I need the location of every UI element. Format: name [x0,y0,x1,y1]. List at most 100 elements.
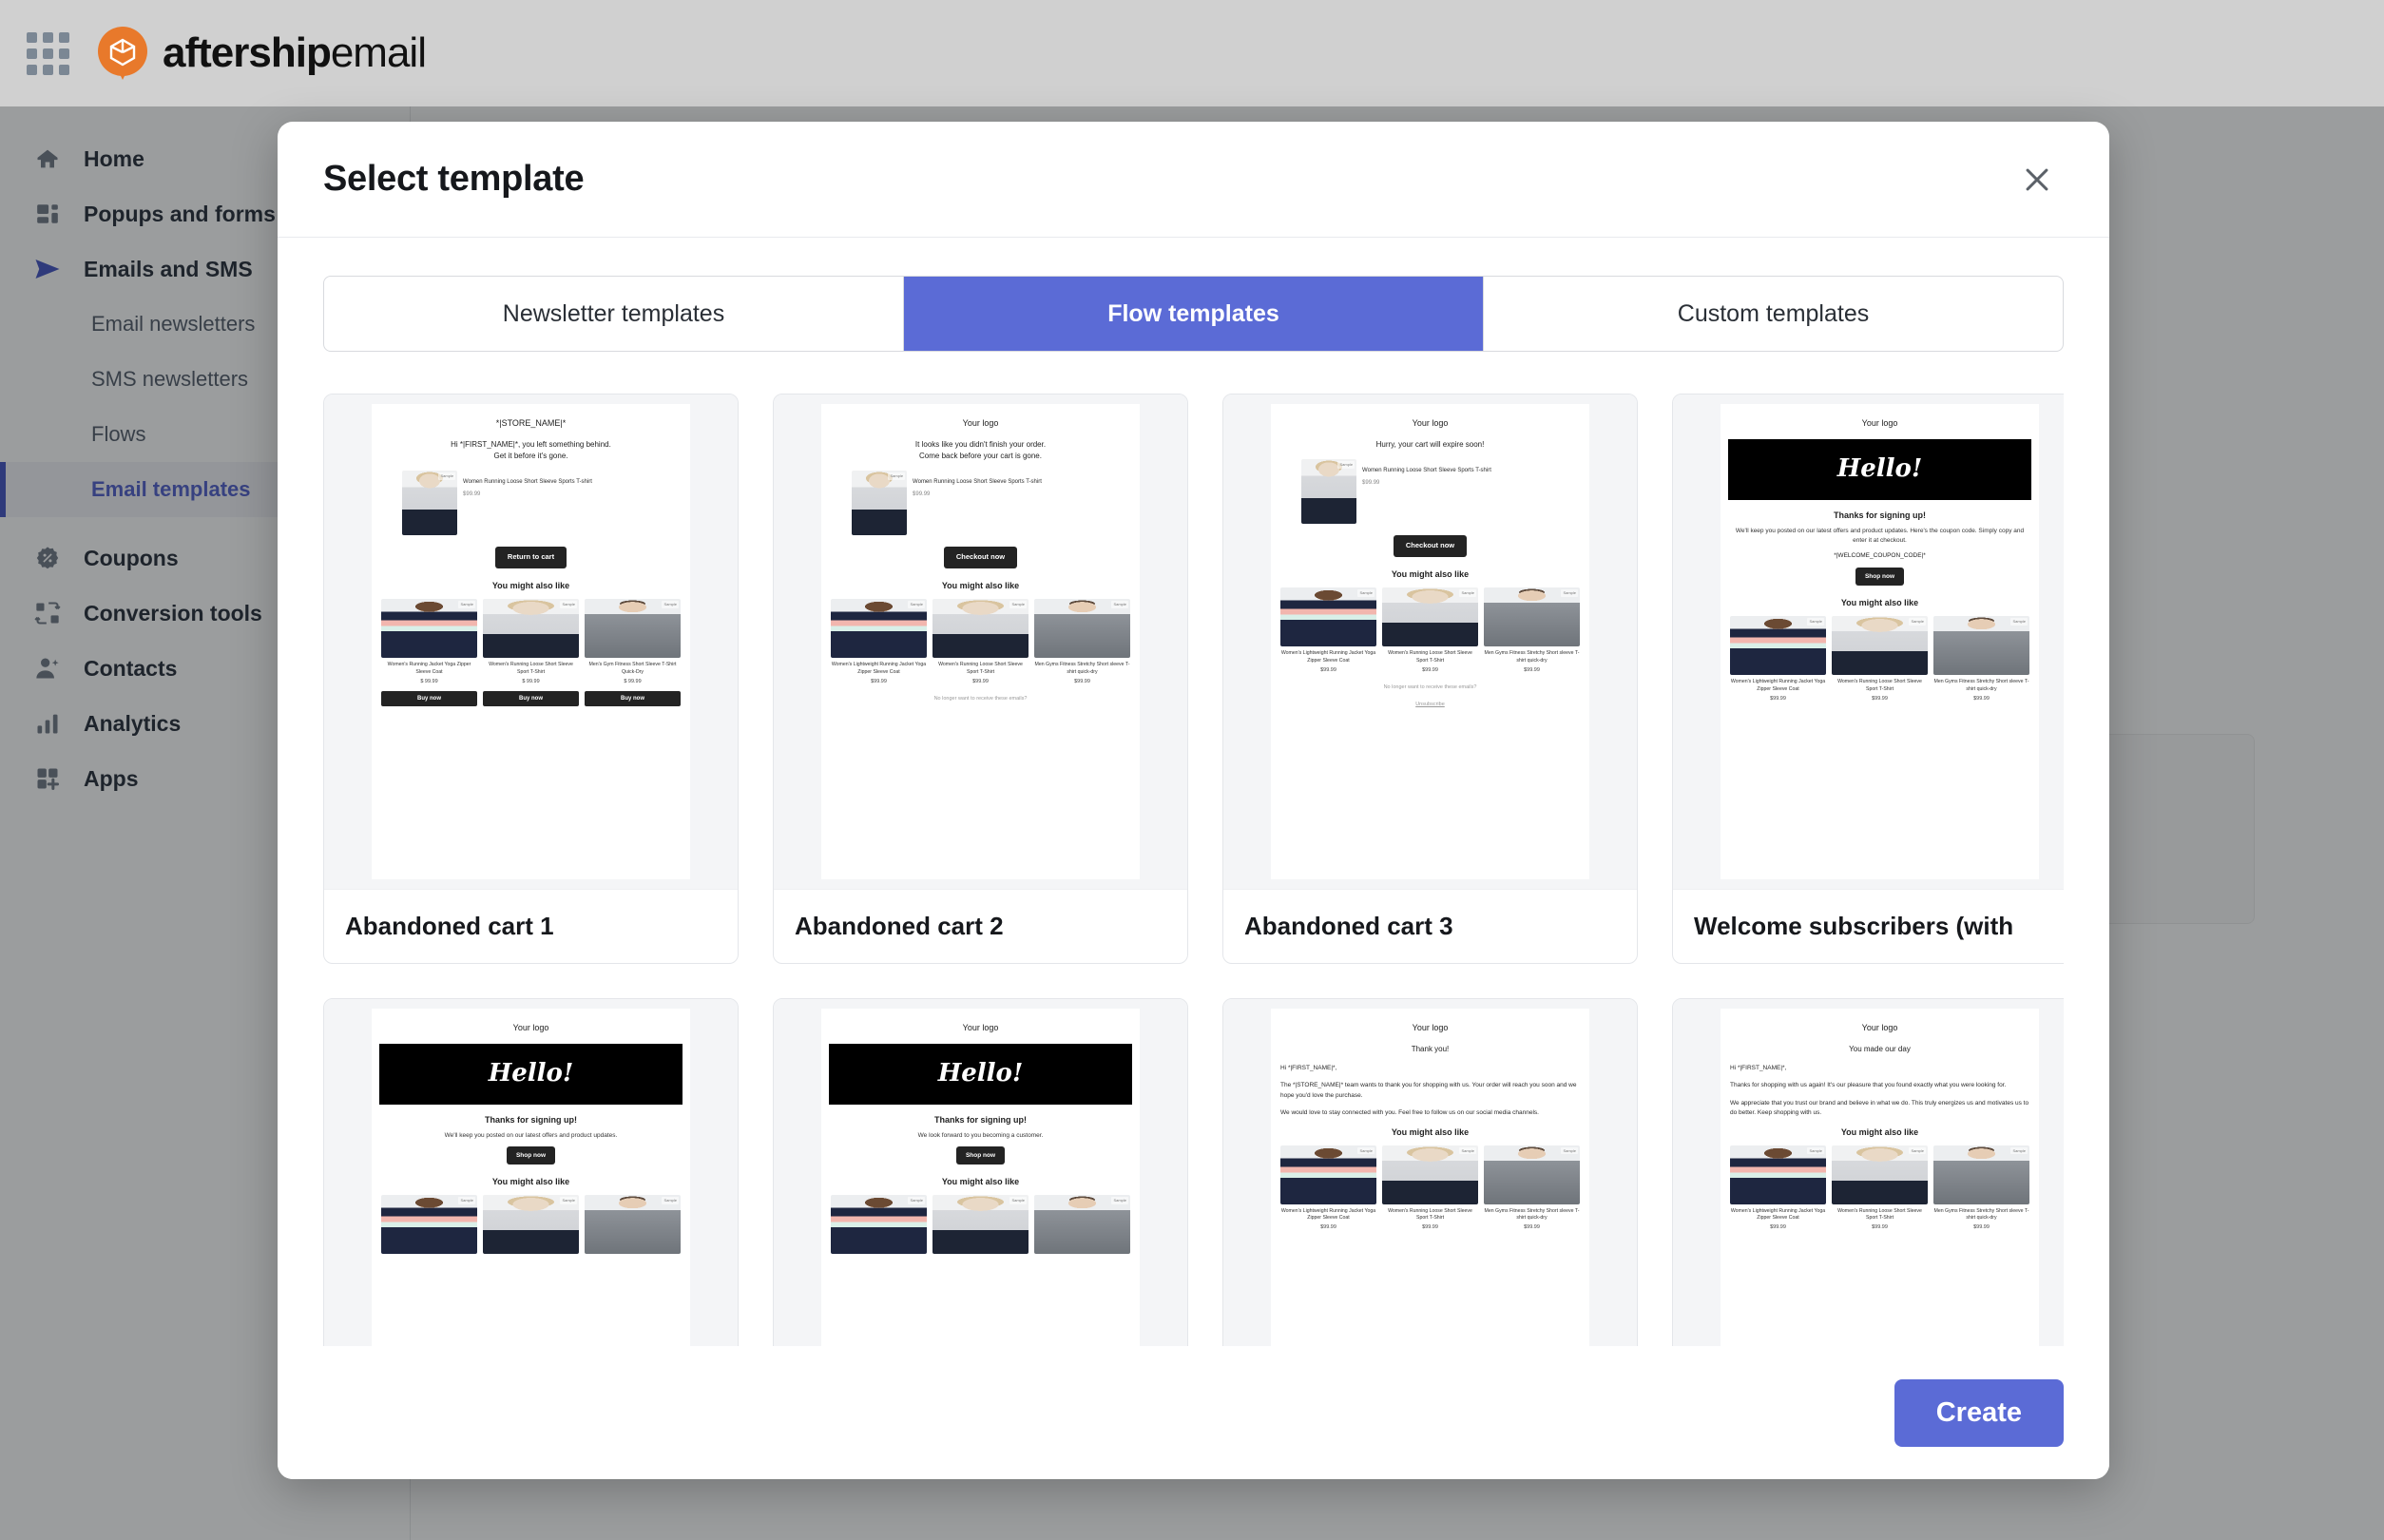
product-price: $ 99.99 [420,678,438,684]
product-item[interactable]: Sample Men's Gym Fitness Short Sleeve T-S… [585,598,681,707]
product-item[interactable]: Sample Men Gyms Fitness Stretchy Short sl… [1933,616,2029,703]
cart-product-row: Sample Women Running Loose Short Sleeve S… [852,471,1109,536]
product-item[interactable]: Sample [381,1195,477,1273]
sample-badge: Sample [1357,1146,1375,1155]
email-paragraph-2: We appreciate that you trust our brand a… [1730,1099,2029,1117]
product-item[interactable]: Sample Men Gyms Fitness Stretchy Short sl… [1034,598,1130,686]
email-thanks-title: Thanks for signing up! [934,1115,1027,1126]
product-name: Men Gyms Fitness Stretchy Short sleeve T… [1933,679,2029,693]
email-cta-button[interactable]: Shop now [1855,568,1905,587]
product-item[interactable]: Sample [483,1195,579,1273]
template-card[interactable]: Your logo Hello! Thanks for signing up! We'… [323,998,739,1346]
template-card[interactable]: Your logo Hello! Thanks for signing up! We … [773,998,1188,1346]
template-card[interactable]: *|STORE_NAME|* Hi *|FIRST_NAME|*, you lef… [323,394,739,964]
recommendations-title: You might also like [491,1177,570,1187]
product-price: $99.99 [1973,696,1990,703]
product-name [1034,1258,1130,1271]
email-paragraph-1: Thanks for shopping with us again! It's … [1730,1082,2007,1089]
template-card[interactable]: Your logo It looks like you didn't finish… [773,394,1188,964]
email-cta-button[interactable]: Return to cart [494,547,567,568]
email-logo: Your logo [962,1023,999,1032]
cart-product-row: Sample Women Running Loose Short Sleeve S… [1301,459,1559,525]
product-item[interactable]: Sample Women's Running Loose Short Sleeve… [1832,1145,1928,1233]
product-item[interactable]: Sample Men Gyms Fitness Stretchy Short sl… [1933,1145,2029,1233]
product-item[interactable]: Sample Men Gyms Fitness Stretchy Short sl… [1484,587,1580,675]
sample-badge: Sample [560,600,577,608]
product-image: Sample [1280,587,1376,646]
recommended-products: Sample Women's Lightweight Running Jacket… [831,598,1130,686]
top-bar: aftershipemail [0,0,2384,106]
product-item[interactable]: Sample Women's Running Loose Short Sleeve… [932,598,1029,686]
cart-product-info: Women Running Loose Short Sleeve Sports … [913,471,1042,499]
close-icon[interactable] [2010,153,2064,206]
recommendations-title: You might also like [491,580,570,590]
email-cta-button[interactable]: Checkout now [943,547,1018,568]
sample-badge: Sample [2010,1146,2028,1155]
product-item[interactable]: Sample Women's Running Loose Short Sleeve… [483,598,579,707]
brand-bold: aftership [163,29,332,76]
product-item[interactable]: Sample [1034,1195,1130,1273]
product-item[interactable]: Sample [831,1195,927,1273]
email-cta-button[interactable]: Shop now [955,1145,1006,1165]
cart-product-image: Sample [1301,459,1357,525]
template-card[interactable]: Your logo Hurry, your cart will expire so… [1222,394,1638,964]
sample-badge: Sample [1009,600,1027,608]
buy-now-button[interactable]: Buy now [585,690,681,707]
product-name [831,1258,927,1271]
product-name: Women's Running Loose Short Sleeve Sport… [938,661,1023,675]
sample-badge: Sample [888,472,906,480]
product-image: Sample [1484,1145,1580,1204]
email-cta-button[interactable]: Checkout now [1393,535,1468,557]
product-item[interactable]: Sample Women's Lightweight Running Jacket… [831,598,927,686]
app-root: aftershipemail Home Popups and forms Ema… [0,0,2384,1540]
brand-logo[interactable]: aftershipemail [96,27,427,80]
tab-flow-templates[interactable]: Flow templates [904,277,1484,351]
product-name: Women's Running Loose Short Sleeve Sport… [1388,649,1472,664]
product-item[interactable]: Sample Women's Running Jacket Yoga Zipper… [381,598,477,707]
template-card[interactable]: Your logo Thank you! Hi *|FIRST_NAME|*, The… [1222,998,1638,1346]
apps-grid-icon[interactable] [27,31,69,75]
email-thanks-title: Thanks for signing up! [1834,510,1926,521]
sample-badge: Sample [1111,600,1128,608]
recommended-products: Sample Sample Sample [381,1195,681,1273]
template-card[interactable]: Your logo Hello! Thanks for signing up! We'… [1672,394,2064,964]
email-paragraph-1: The *|STORE_NAME|* team wants to thank y… [1280,1082,1577,1099]
sample-badge: Sample [908,1197,925,1205]
product-item[interactable]: Sample Women's Running Loose Short Sleeve… [1832,616,1928,703]
modal-title: Select template [323,159,585,199]
buy-now-button[interactable]: Buy now [381,690,477,707]
product-item[interactable]: Sample Women's Lightweight Running Jacket… [1280,587,1376,675]
product-image: Sample [1382,1145,1478,1204]
create-button[interactable]: Create [1894,1378,2064,1447]
hello-banner: Hello! [829,1044,1132,1106]
product-price: $99.99 [1872,1224,1888,1231]
product-name: Women's Lightweight Running Jacket Yoga … [1730,1207,1826,1222]
product-item[interactable]: Sample Men Gyms Fitness Stretchy Short sl… [1484,1145,1580,1233]
email-headline: Hi *|FIRST_NAME|*, you left something be… [451,440,611,461]
product-price: $99.99 [1973,1224,1990,1231]
product-item[interactable]: Sample Women's Lightweight Running Jacket… [1280,1145,1376,1233]
template-name: Abandoned cart 3 [1223,889,1637,963]
product-image: Sample [831,598,927,658]
unsubscribe-link[interactable]: Unsubscribe [1280,702,1580,709]
product-item[interactable]: Sample Women's Running Loose Short Sleeve… [1382,587,1478,675]
tab-newsletter-templates[interactable]: Newsletter templates [324,277,904,351]
product-item[interactable]: Sample [932,1195,1029,1273]
product-item[interactable]: Sample Women's Lightweight Running Jacket… [1730,1145,1826,1233]
brand-light: email [330,29,427,76]
recommendations-title: You might also like [1840,1126,1919,1137]
buy-now-button[interactable]: Buy now [483,690,579,707]
tab-custom-templates[interactable]: Custom templates [1484,277,2063,351]
product-item[interactable]: Sample Women's Running Loose Short Sleeve… [1382,1145,1478,1233]
template-card[interactable]: Your logo You made our day Hi *|FIRST_NAME… [1672,998,2064,1346]
modal-footer: Create [278,1346,2109,1479]
product-image: Sample [585,598,681,658]
product-price: $ 99.99 [522,678,540,684]
recommended-products: Sample Women's Running Jacket Yoga Zipper… [381,598,681,707]
email-cta-button[interactable]: Shop now [506,1145,556,1165]
product-price: $ 99.99 [624,678,642,684]
email-footer-text: No longer want to receive these emails? [933,695,1028,702]
product-item[interactable]: Sample [585,1195,681,1273]
product-name [932,1258,1029,1271]
product-item[interactable]: Sample Women's Lightweight Running Jacket… [1730,616,1826,703]
